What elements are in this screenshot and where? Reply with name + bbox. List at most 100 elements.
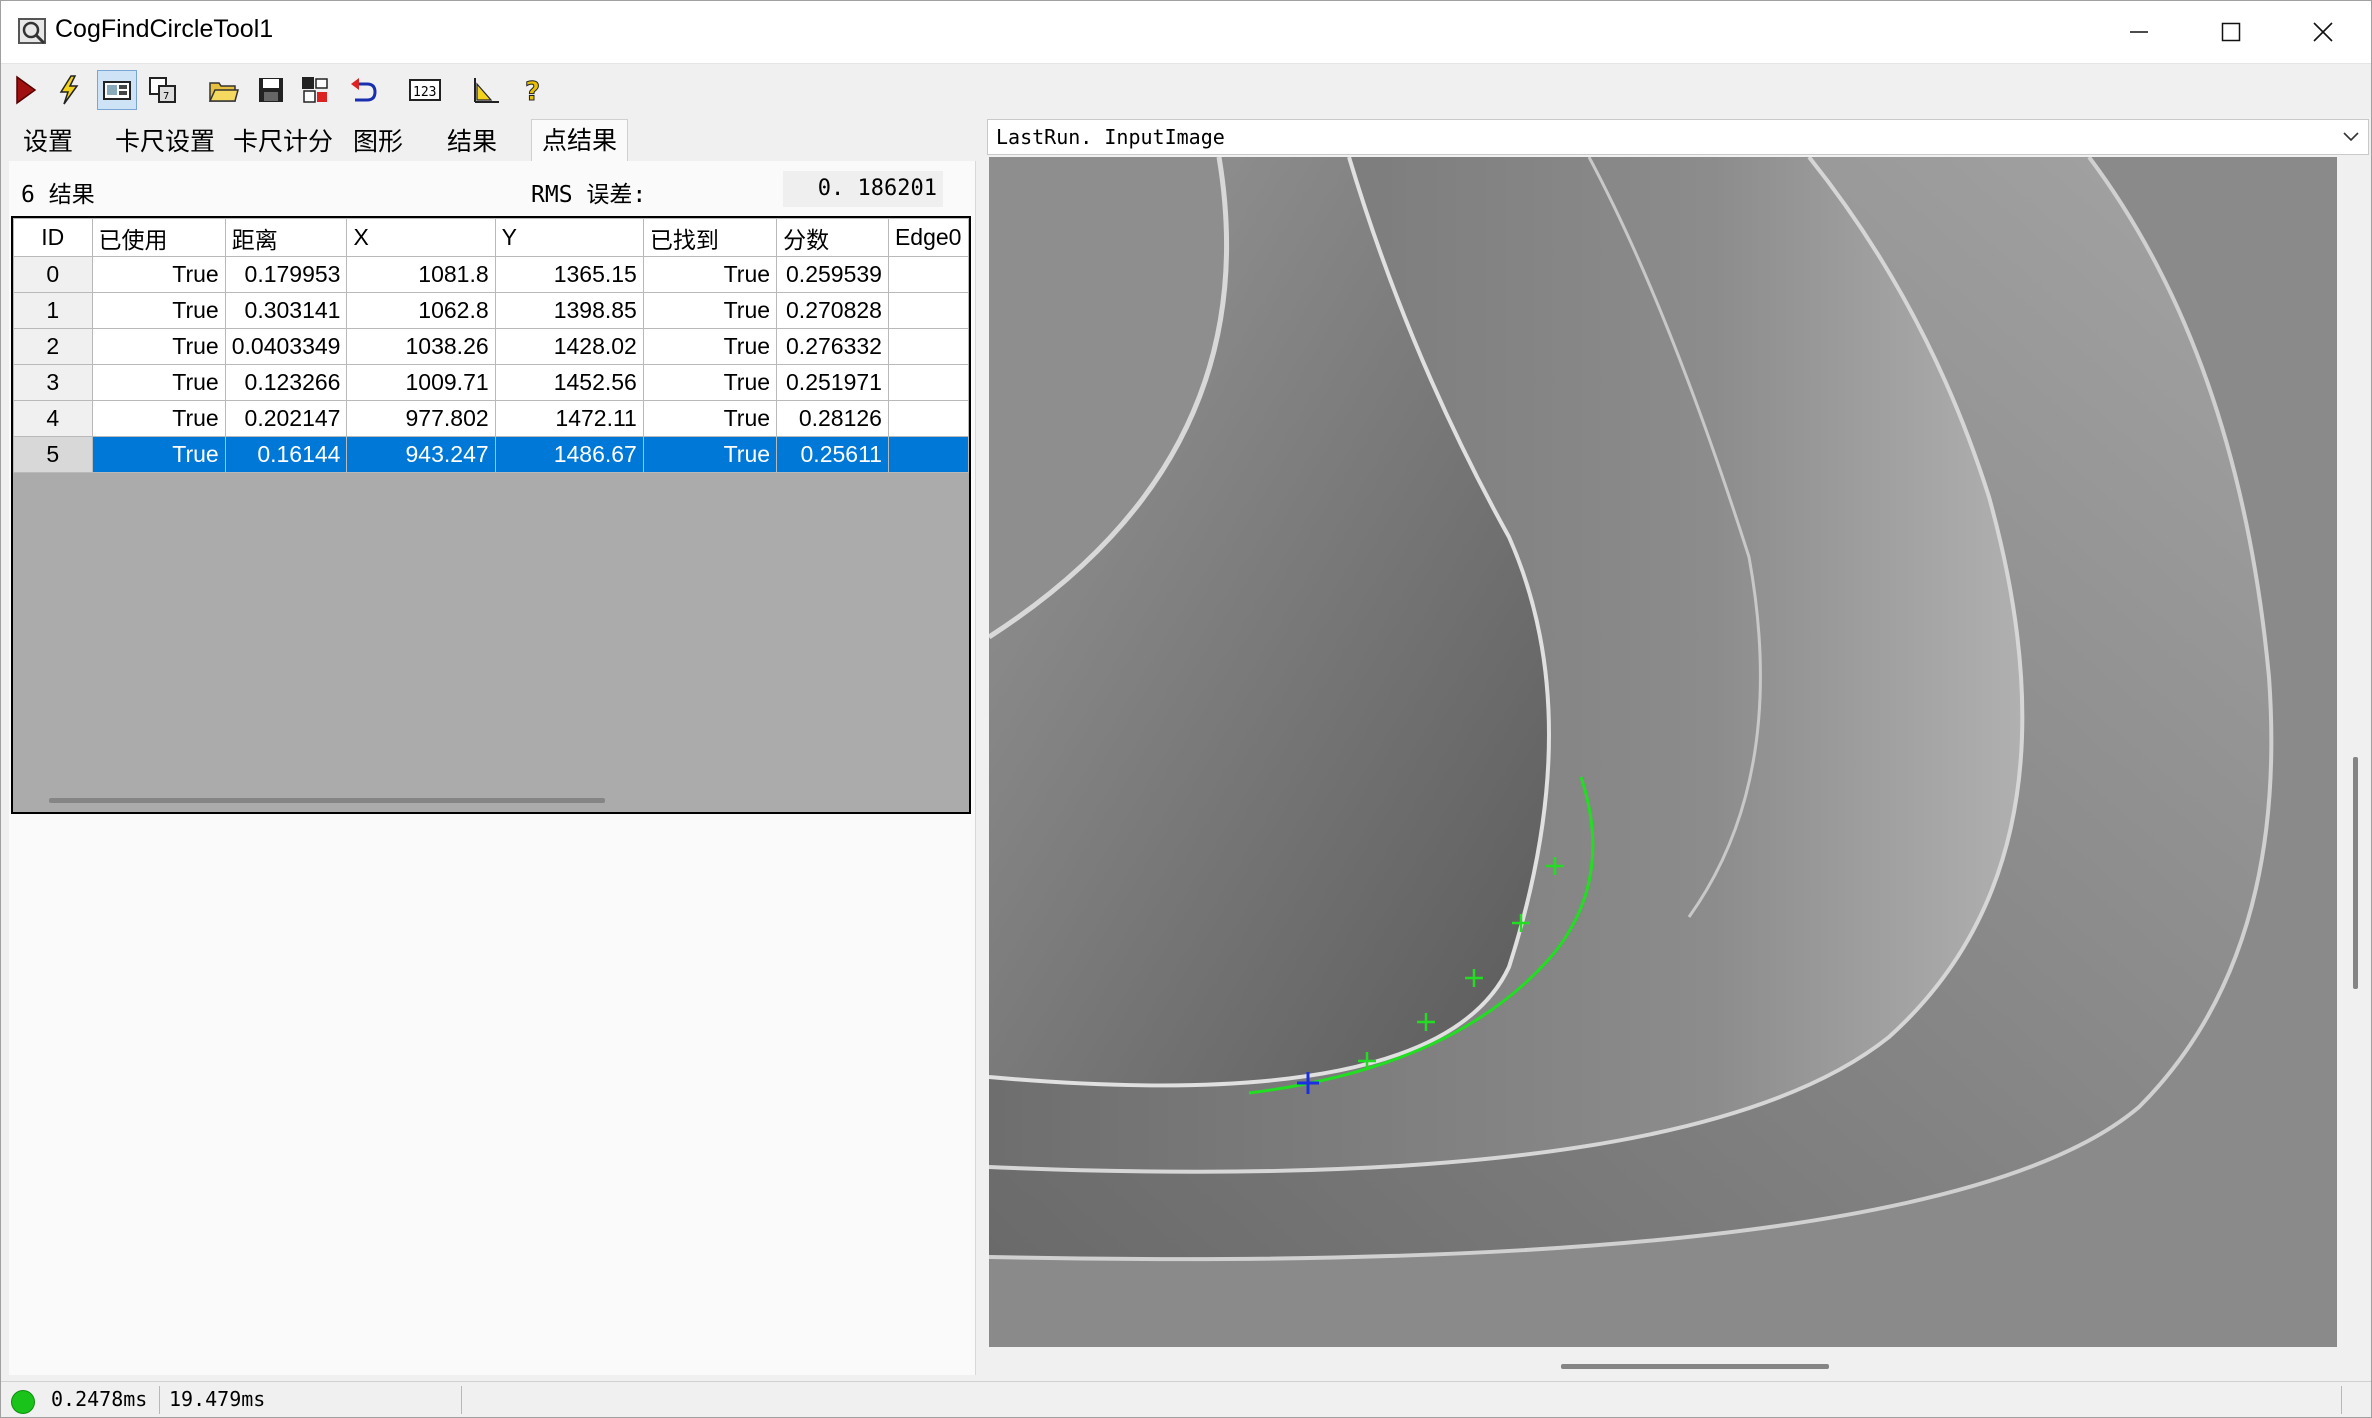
cell-score: 0.28126	[776, 400, 889, 437]
open-folder-icon	[208, 82, 239, 102]
column-header-id[interactable]: ID	[13, 218, 93, 257]
table-row[interactable]: 3 True 0.123266 1009.71 1452.56 True 0.2…	[13, 364, 969, 401]
table-row[interactable]: 0 True 0.179953 1081.8 1365.15 True 0.25…	[13, 256, 969, 293]
cell-y: 1428.02	[494, 328, 644, 365]
status-separator	[461, 1386, 462, 1414]
open-button[interactable]	[203, 70, 243, 110]
cell-edge0	[887, 328, 969, 365]
image-source-select[interactable]: LastRun. InputImage	[987, 119, 2369, 155]
cell-found: True	[642, 400, 778, 437]
numeric-display-icon: 123	[409, 79, 441, 101]
tab-graphics[interactable]: 图形	[343, 123, 413, 161]
cell-used: True	[91, 400, 226, 437]
cell-id: 2	[13, 328, 93, 365]
cell-edge0	[887, 256, 969, 293]
cell-found: True	[642, 364, 778, 401]
app-icon	[18, 18, 46, 45]
status-time-2: 19.479ms	[169, 1387, 266, 1411]
rms-label: RMS 误差:	[531, 182, 647, 208]
save-button[interactable]	[251, 70, 291, 110]
window-title: CogFindCircleTool1	[55, 15, 274, 43]
result-count: 6 结果	[21, 182, 95, 208]
run-button[interactable]	[5, 70, 45, 110]
cell-distance: 0.179953	[224, 256, 348, 293]
table-row[interactable]: 1 True 0.303141 1062.8 1398.85 True 0.27…	[13, 292, 969, 329]
show-image-button[interactable]	[97, 70, 137, 110]
electric-button[interactable]	[49, 70, 89, 110]
import-icon	[351, 78, 377, 102]
import-button[interactable]	[343, 70, 383, 110]
image-vertical-scrollbar[interactable]	[2353, 757, 2358, 989]
results-grid[interactable]: ID 已使用 距离 X Y 已找到 分数 Edge0 0 True 0.1799	[11, 216, 971, 814]
image-source-value: LastRun. InputImage	[996, 125, 1225, 149]
cell-id: 0	[13, 256, 93, 293]
minimize-icon	[2130, 31, 2148, 33]
cell-score: 0.270828	[776, 292, 889, 329]
cell-y: 1472.11	[494, 400, 644, 437]
lightning-icon	[59, 75, 79, 105]
cell-found: True	[642, 328, 778, 365]
cell-score: 0.25611	[776, 436, 889, 473]
numeric-display-button[interactable]: 123	[405, 70, 445, 110]
cell-found: True	[642, 256, 778, 293]
tab-caliper-scoring[interactable]: 卡尺计分	[223, 123, 343, 161]
status-separator	[159, 1386, 160, 1414]
cell-x: 1081.8	[346, 256, 496, 293]
cell-score: 0.276332	[776, 328, 889, 365]
image-horizontal-scrollbar[interactable]	[1561, 1364, 1829, 1369]
measure-icon	[474, 78, 499, 103]
tool-window: CogFindCircleTool1 7 123 ? 设置 卡尺设置 卡尺计分 …	[0, 0, 2372, 1418]
help-button[interactable]: ?	[513, 70, 553, 110]
cell-edge0	[887, 364, 969, 401]
status-bar: 0.2478ms 19.479ms	[1, 1381, 2371, 1417]
image-canvas[interactable]	[989, 157, 2337, 1347]
column-header-edge0[interactable]: Edge0	[887, 218, 969, 257]
status-time-1: 0.2478ms	[51, 1387, 148, 1411]
cell-x: 943.247	[346, 436, 496, 473]
maximize-icon	[2221, 22, 2241, 42]
column-header-score[interactable]: 分数	[776, 218, 889, 257]
cell-id: 4	[13, 400, 93, 437]
cell-x: 1009.71	[346, 364, 496, 401]
column-header-y[interactable]: Y	[494, 218, 644, 257]
table-row-selected[interactable]: 5 True 0.16144 943.247 1486.67 True 0.25…	[13, 436, 969, 473]
copy-icon: 7	[149, 77, 176, 103]
column-header-x[interactable]: X	[346, 218, 496, 257]
table-row[interactable]: 2 True 0.0403349 1038.26 1428.02 True 0.…	[13, 328, 969, 365]
cell-used: True	[91, 292, 226, 329]
status-indicator	[11, 1390, 35, 1414]
tab-settings[interactable]: 设置	[13, 123, 83, 161]
column-header-distance[interactable]: 距离	[224, 218, 348, 257]
svg-text:?: ?	[525, 77, 540, 106]
results-table: ID 已使用 距离 X Y 已找到 分数 Edge0 0 True 0.1799	[13, 218, 969, 473]
chevron-down-icon	[2343, 132, 2359, 142]
tab-results[interactable]: 结果	[437, 123, 507, 161]
close-button[interactable]	[2277, 1, 2369, 63]
measure-button[interactable]	[465, 70, 505, 110]
cell-found: True	[642, 292, 778, 329]
minimize-button[interactable]	[2093, 1, 2185, 63]
column-header-found[interactable]: 已找到	[642, 218, 778, 257]
cell-id: 3	[13, 364, 93, 401]
tab-caliper-settings[interactable]: 卡尺设置	[105, 123, 225, 161]
cell-distance: 0.16144	[224, 436, 348, 473]
cell-edge0	[887, 436, 969, 473]
save-icon	[259, 78, 283, 102]
maximize-button[interactable]	[2185, 1, 2277, 63]
column-header-used[interactable]: 已使用	[91, 218, 226, 257]
close-icon	[2313, 22, 2333, 42]
cell-used: True	[91, 328, 226, 365]
table-row[interactable]: 4 True 0.202147 977.802 1472.11 True 0.2…	[13, 400, 969, 437]
cell-used: True	[91, 364, 226, 401]
cell-x: 1062.8	[346, 292, 496, 329]
cell-used: True	[91, 256, 226, 293]
grid-horizontal-scrollbar[interactable]	[49, 798, 605, 803]
tab-point-results[interactable]: 点结果	[531, 119, 629, 164]
cell-x: 977.802	[346, 400, 496, 437]
copy-button[interactable]: 7	[143, 70, 183, 110]
image-display-panel: LastRun. InputImage	[987, 119, 2369, 1375]
status-separator	[2341, 1386, 2342, 1414]
settings-grid-button[interactable]	[295, 70, 335, 110]
cell-distance: 0.202147	[224, 400, 348, 437]
rms-value: 0. 186201	[783, 171, 943, 207]
